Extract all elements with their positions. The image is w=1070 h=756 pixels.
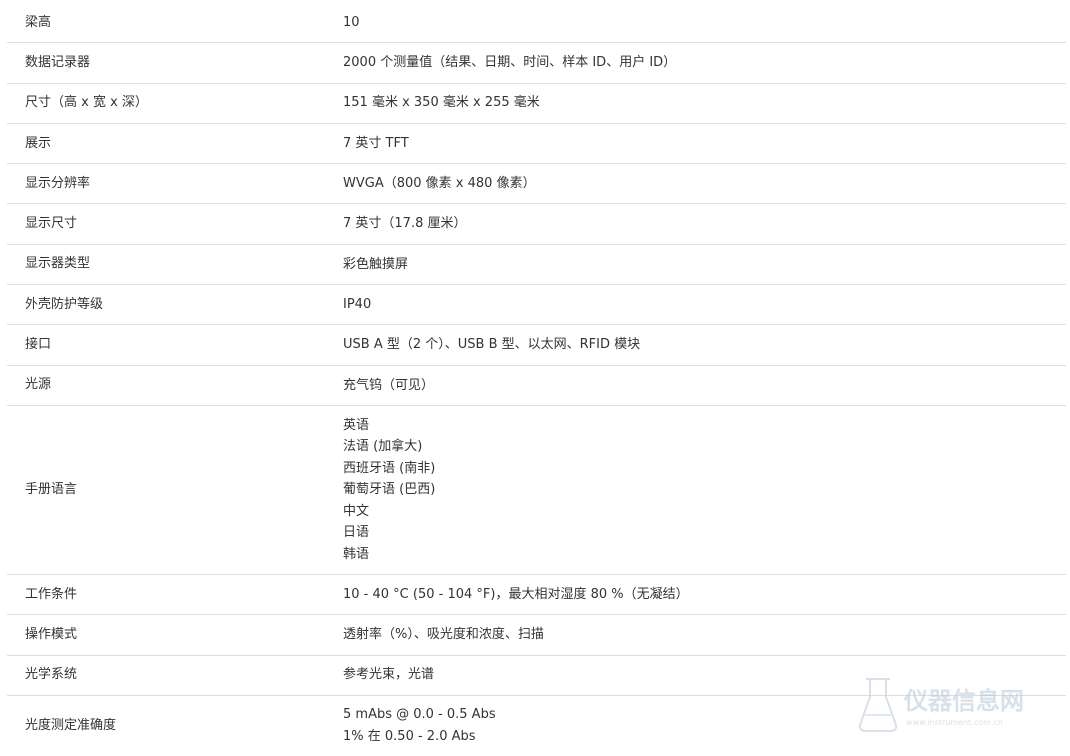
spec-row: 显示器类型 彩色触摸屏: [7, 245, 1066, 286]
spec-label: 梁高: [25, 14, 52, 30]
spec-row: 显示尺寸 7 英寸（17.8 厘米）: [7, 204, 1066, 245]
spec-value: 彩色触摸屏: [343, 256, 409, 272]
spec-row: 尺寸（高 x 宽 x 深） 151 毫米 x 350 毫米 x 255 毫米: [7, 84, 1066, 124]
spec-label: 工作条件: [25, 586, 78, 602]
spec-value: 7 英寸 TFT: [343, 135, 409, 151]
language-item: 中文: [343, 503, 370, 519]
spec-row: 展示 7 英寸 TFT: [7, 124, 1066, 165]
spec-value: 10: [343, 14, 360, 30]
spec-value: 透射率（%）、吸光度和浓度、扫描: [343, 627, 544, 643]
spec-row: 光学系统 参考光束，光谱: [7, 656, 1066, 696]
spec-label: 数据记录器: [25, 54, 91, 70]
spec-table: 梁高 10 数据记录器 2000 个测量值（结果、日期、时间、样本 ID、用户 …: [7, 3, 1066, 756]
spec-row: 显示分辨率 WVGA（800 像素 x 480 像素）: [7, 164, 1066, 205]
spec-label: 手册语言: [25, 481, 78, 497]
spec-row: 操作模式 透射率（%）、吸光度和浓度、扫描: [7, 615, 1066, 656]
language-item: 日语: [343, 525, 370, 541]
spec-value: 7 英寸（17.8 厘米）: [343, 216, 467, 232]
spec-row: 梁高 10: [7, 3, 1066, 44]
spec-label: 显示器类型: [25, 256, 91, 272]
spec-value: 参考光束，光谱: [343, 667, 435, 683]
spec-label: 外壳防护等级: [25, 296, 104, 312]
spec-label: 展示: [25, 135, 52, 151]
spec-label: 光学系统: [25, 667, 78, 683]
accuracy-item: 1% 在 0.50 - 2.0 Abs: [343, 728, 476, 744]
spec-label: 尺寸（高 x 宽 x 深）: [25, 95, 148, 111]
spec-row: 光源 充气钨（可见）: [7, 366, 1066, 406]
spec-value: 2000 个测量值（结果、日期、时间、样本 ID、用户 ID）: [343, 55, 677, 71]
language-item: 法语 (加拿大): [343, 439, 423, 455]
spec-value: 151 毫米 x 350 毫米 x 255 毫米: [343, 95, 540, 111]
accuracy-item: 5 mAbs @ 0.0 - 0.5 Abs: [343, 707, 496, 723]
language-item: 韩语: [343, 546, 370, 562]
language-item: 西班牙语 (南非): [343, 460, 436, 476]
language-item: 英语: [343, 417, 370, 433]
spec-value: IP40: [343, 296, 372, 312]
spec-value: USB A 型（2 个）、USB B 型、以太网、RFID 模块: [343, 337, 641, 353]
spec-value-list: 英语 法语 (加拿大) 西班牙语 (南非) 葡萄牙语 (巴西) 中文 日语 韩语: [343, 415, 1066, 566]
spec-row: 手册语言 英语 法语 (加拿大) 西班牙语 (南非) 葡萄牙语 (巴西) 中文 …: [7, 406, 1066, 575]
spec-value-list: 5 mAbs @ 0.0 - 0.5 Abs 1% 在 0.50 - 2.0 A…: [343, 704, 1066, 747]
spec-value: 10 - 40 °C (50 - 104 °F)，最大相对湿度 80 %（无凝结…: [343, 586, 689, 602]
language-item: 葡萄牙语 (巴西): [343, 482, 436, 498]
spec-label: 光源: [25, 377, 52, 393]
spec-row: 工作条件 10 - 40 °C (50 - 104 °F)，最大相对湿度 80 …: [7, 575, 1066, 616]
spec-label: 显示分辨率: [25, 175, 91, 191]
spec-label: 显示尺寸: [25, 216, 78, 232]
spec-row: 外壳防护等级 IP40: [7, 285, 1066, 326]
spec-value: 充气钨（可见）: [343, 377, 435, 393]
spec-label: 操作模式: [25, 626, 78, 642]
spec-label: 光度测定准确度: [25, 717, 117, 733]
spec-row: 接口 USB A 型（2 个）、USB B 型、以太网、RFID 模块: [7, 325, 1066, 366]
spec-row: 数据记录器 2000 个测量值（结果、日期、时间、样本 ID、用户 ID）: [7, 43, 1066, 84]
spec-label: 接口: [25, 337, 52, 353]
spec-value: WVGA（800 像素 x 480 像素）: [343, 176, 536, 192]
